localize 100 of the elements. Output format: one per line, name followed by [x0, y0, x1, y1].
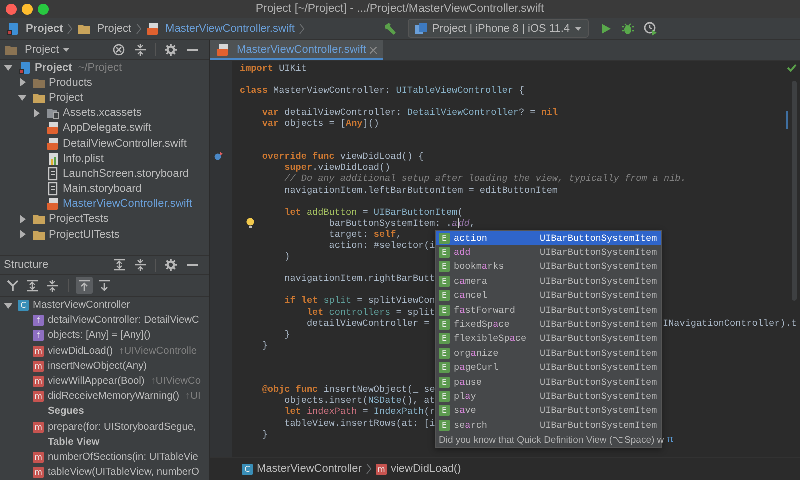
tree-item[interactable]: AppDelegate.swift — [63, 122, 152, 134]
folder-icon — [32, 212, 46, 226]
close-button[interactable] — [6, 4, 17, 14]
method-badge: m — [33, 346, 44, 357]
toolbar-button[interactable] — [76, 277, 93, 294]
disclosure-triangle-icon[interactable] — [18, 230, 27, 240]
disclosure-triangle-icon[interactable] — [4, 63, 13, 72]
completion-item[interactable]: E bookmarks UIBarButtonSystemItem — [436, 260, 661, 274]
panel-title-dropdown[interactable]: Project — [4, 42, 70, 56]
tree-item[interactable]: prepare(for: UIStoryboardSegue, — [48, 422, 196, 433]
method-badge: m — [33, 452, 44, 463]
chevron-icon — [136, 22, 142, 34]
code-line: barButtonSystemItem: .a dd, — [328, 218, 476, 229]
run-configuration-dropdown[interactable]: Project | iPhone 8 | iOS 11.4 — [408, 19, 589, 38]
override-marker-icon[interactable] — [214, 152, 223, 162]
tree-item[interactable]: Products — [49, 76, 92, 89]
tree-item[interactable]: MasterViewController.swift — [63, 198, 192, 210]
tree-item[interactable]: Main.storyboard — [63, 183, 142, 196]
tree-item[interactable]: tableView(UITableView, numberO — [48, 467, 200, 478]
close-icon — [370, 46, 378, 54]
code-line: let controllers = split — [306, 306, 436, 318]
completion-item[interactable]: E organize UIBarButtonSystemItem — [436, 346, 661, 361]
code-line: tableView.insertRows(at: [i — [284, 418, 436, 429]
completion-item[interactable]: E cancel UIBarButtonSystemItem — [436, 288, 661, 303]
panel-title: Structure — [4, 259, 49, 271]
settings-icon[interactable] — [165, 44, 177, 56]
tree-item[interactable]: objects: [Any] = [Any]() — [48, 330, 151, 342]
tree-item[interactable]: Project — [49, 92, 84, 104]
run-icon[interactable] — [600, 22, 612, 34]
tree-item[interactable]: didReceiveMemoryWarning() — [48, 391, 180, 402]
minimize-button[interactable] — [22, 4, 33, 14]
tree-item[interactable]: ProjectUITests — [49, 228, 120, 241]
completion-item[interactable]: E fixedSpace UIBarButtonSystemItem — [436, 317, 661, 332]
hierarchy-icon — [7, 280, 18, 292]
breadcrumb-item[interactable]: MasterViewController.swift — [166, 22, 295, 34]
code-line: class MasterViewController: UITableViewController { — [240, 84, 525, 96]
disclosure-triangle-icon[interactable] — [4, 301, 13, 310]
code-line: navigationItem.rightBarButt — [284, 273, 436, 284]
tree-item[interactable]: detailViewController: DetailViewC — [48, 315, 200, 326]
document-icon — [46, 166, 60, 181]
tree-item[interactable]: viewDidLoad() — [48, 346, 114, 357]
code-line: var detailViewController: DetailViewController? = nil — [261, 106, 558, 118]
completion-item[interactable]: E camera UIBarButtonSystemItem — [436, 274, 661, 289]
locate-icon[interactable] — [113, 44, 125, 56]
code-line: @objc func insertNewObject(_ se — [261, 384, 436, 396]
editor-tab[interactable]: MasterViewController.swift — [210, 40, 384, 60]
tree-item[interactable]: insertNewObject(Any) — [48, 360, 148, 372]
checkmark-icon — [787, 64, 797, 72]
file-icon — [146, 22, 160, 36]
breadcrumb-item[interactable]: viewDidLoad() — [390, 463, 462, 475]
settings-icon[interactable] — [165, 259, 177, 271]
tree-item[interactable]: numberOfSections(in: UITableVie — [48, 452, 198, 463]
tree-item[interactable]: viewWillAppear(Bool) — [48, 376, 145, 388]
collapse-all-icon[interactable] — [135, 259, 146, 271]
completion-item[interactable]: E fastForward UIBarButtonSystemItem — [436, 302, 661, 318]
method-badge: m — [33, 376, 44, 388]
file-icon — [46, 136, 60, 151]
completion-item[interactable]: E search UIBarButtonSystemItem — [436, 418, 661, 432]
tree-item[interactable]: MasterViewController — [33, 300, 130, 312]
code-line: detailViewController = — [306, 318, 431, 329]
code-line: // Do any additional setup after loading the view, typically from a nib. — [284, 173, 686, 185]
code-line: import UIKit — [240, 62, 307, 74]
enum-badge: E — [439, 276, 450, 287]
bug-icon[interactable] — [622, 22, 634, 34]
clock-run-icon[interactable] — [644, 22, 658, 36]
method-badge: m — [376, 464, 387, 474]
enum-badge: E — [439, 232, 450, 244]
completion-item[interactable]: E pageCurl UIBarButtonSystemItem — [436, 360, 661, 375]
tip-icon[interactable]: π — [667, 434, 674, 446]
inherited-text: ↑UI — [186, 391, 201, 402]
tree-item[interactable]: Project — [35, 62, 72, 74]
tree-item[interactable]: Info.plist — [63, 152, 104, 165]
disclosure-triangle-icon[interactable] — [18, 214, 27, 224]
tree-item[interactable]: LaunchScreen.storyboard — [63, 168, 189, 180]
disclosure-triangle-icon[interactable] — [32, 108, 41, 118]
section-label: Segues — [48, 406, 84, 418]
document-icon — [46, 182, 60, 196]
lightbulb-icon[interactable] — [246, 218, 255, 229]
completion-item[interactable]: E add UIBarButtonSystemItem — [436, 245, 661, 260]
completion-item[interactable]: E save UIBarButtonSystemItem — [436, 404, 661, 418]
completion-item[interactable]: E play UIBarButtonSystemItem — [436, 389, 661, 404]
field-badge: f — [33, 315, 44, 326]
breadcrumb-item[interactable]: Project — [97, 22, 132, 34]
tree-item[interactable]: ProjectTests — [49, 213, 109, 226]
disclosure-triangle-icon[interactable] — [18, 78, 27, 88]
zoom-button[interactable] — [38, 4, 49, 14]
expand-all-icon — [27, 280, 38, 292]
toolbar-button[interactable] — [44, 277, 61, 294]
breadcrumb-item[interactable]: MasterViewController — [257, 463, 362, 475]
completion-item[interactable]: E pause UIBarButtonSystemItem — [436, 374, 661, 390]
arrow-up-icon — [79, 280, 90, 292]
breadcrumb-item[interactable]: Project — [26, 22, 64, 34]
code-line: } — [261, 340, 268, 351]
tree-item[interactable]: Assets.xcassets — [63, 107, 142, 120]
expand-all-icon[interactable] — [114, 259, 125, 271]
completion-item[interactable]: E action UIBarButtonSystemItem — [436, 231, 661, 246]
completion-item[interactable]: E flexibleSpace UIBarButtonSystemItem — [436, 332, 661, 346]
disclosure-triangle-icon[interactable] — [18, 93, 27, 102]
tree-item[interactable]: DetailViewController.swift — [63, 138, 187, 150]
collapse-all-icon[interactable] — [135, 44, 146, 56]
